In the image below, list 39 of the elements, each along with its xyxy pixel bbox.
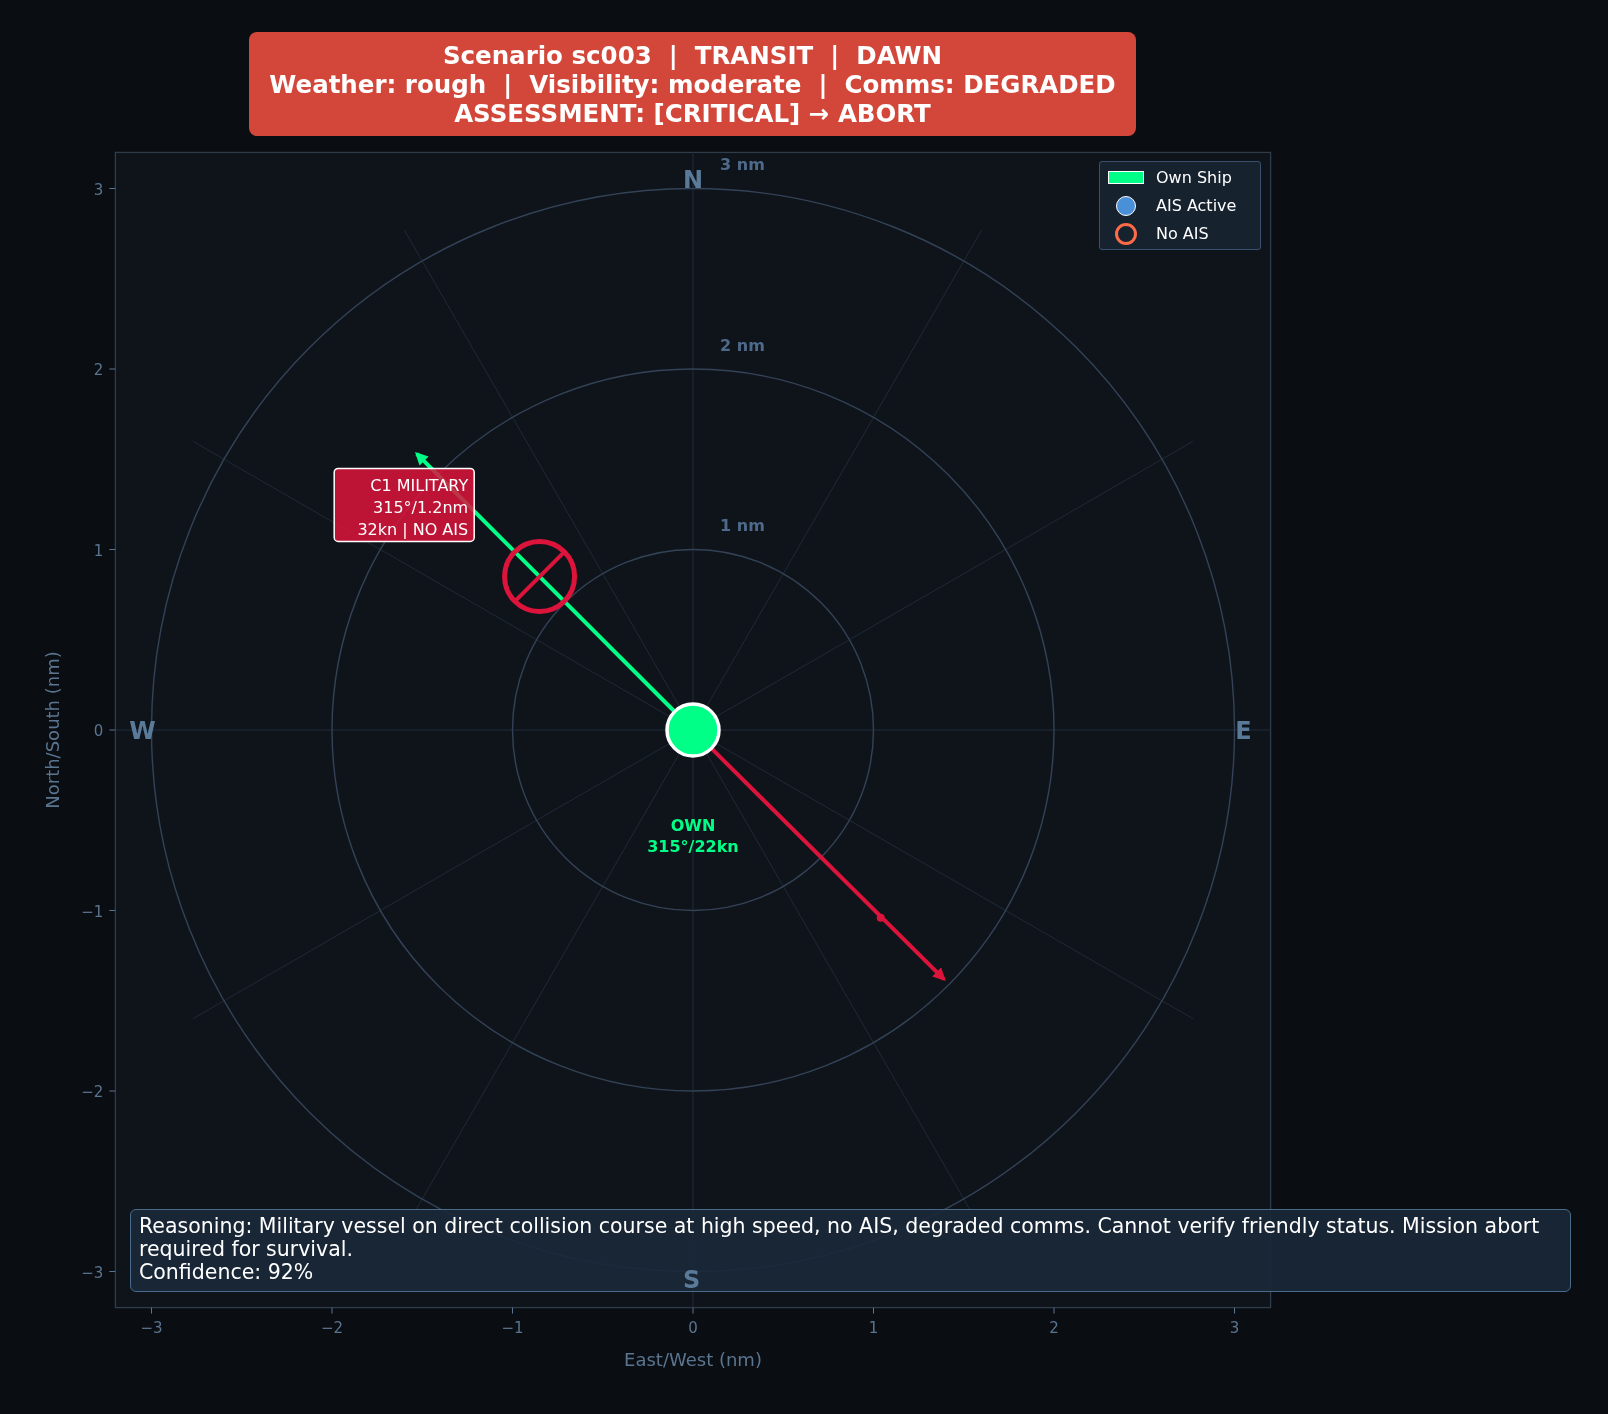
tick-label: 2 — [1049, 1318, 1059, 1337]
reasoning-text: required for survival. — [139, 1238, 353, 1261]
contact-label: 32kn | NO AIS — [357, 520, 469, 540]
range-label: 1 nm — [720, 516, 765, 536]
range-label: 2 nm — [720, 335, 765, 355]
tick-label: 1 — [93, 541, 104, 560]
axis-title: East/West (nm) — [624, 1349, 762, 1370]
marker-dot — [876, 913, 885, 922]
contact-label: C1 MILITARY — [370, 476, 469, 496]
compass-label: S — [683, 1266, 701, 1294]
legend-label: No AIS — [1156, 224, 1209, 243]
range-label: 3 nm — [720, 155, 765, 175]
legend-label: AIS Active — [1156, 196, 1237, 215]
reasoning-text: Confidence: 92% — [139, 1261, 314, 1284]
compass-label: N — [682, 166, 704, 195]
tick-label: 0 — [688, 1318, 698, 1337]
tick-label: −1 — [501, 1318, 524, 1337]
tick-label: −3 — [81, 1263, 104, 1282]
tick-label: 3 — [1229, 1318, 1240, 1337]
own-ship-marker — [665, 702, 721, 758]
own-ship-label: OWN — [670, 816, 716, 836]
tick-label: −3 — [140, 1318, 163, 1337]
axis-title: North/South (nm) — [42, 651, 63, 809]
compass-label: E — [1235, 717, 1252, 745]
tick-label: 2 — [93, 361, 104, 379]
compass-label: W — [129, 717, 156, 745]
title-line: Scenario sc003 | TRANSIT | DAWN — [442, 40, 943, 70]
tick-label: 0 — [93, 722, 104, 740]
title-line: ASSESSMENT: [CRITICAL] → ABORT — [454, 98, 931, 128]
title-line: Weather: rough | Visibility: moderate | Comms: DEGRADED — [269, 69, 1116, 99]
tick-label: −2 — [81, 1083, 104, 1101]
contact-label: 315°/1.2nm — [373, 498, 469, 518]
tick-label: −2 — [320, 1318, 344, 1337]
reasoning-text: Reasoning: Military vessel on direct collision course at high speed, no AIS, degraded comms. Cannot verify friendly status. Mission abort — [139, 1215, 1540, 1238]
own-ship-label: 315°/22kn — [647, 837, 739, 857]
legend-label: Own Ship — [1156, 168, 1232, 187]
tick-label: 1 — [868, 1318, 879, 1337]
tick-label: −1 — [81, 902, 104, 921]
tick-label: 3 — [93, 180, 104, 199]
